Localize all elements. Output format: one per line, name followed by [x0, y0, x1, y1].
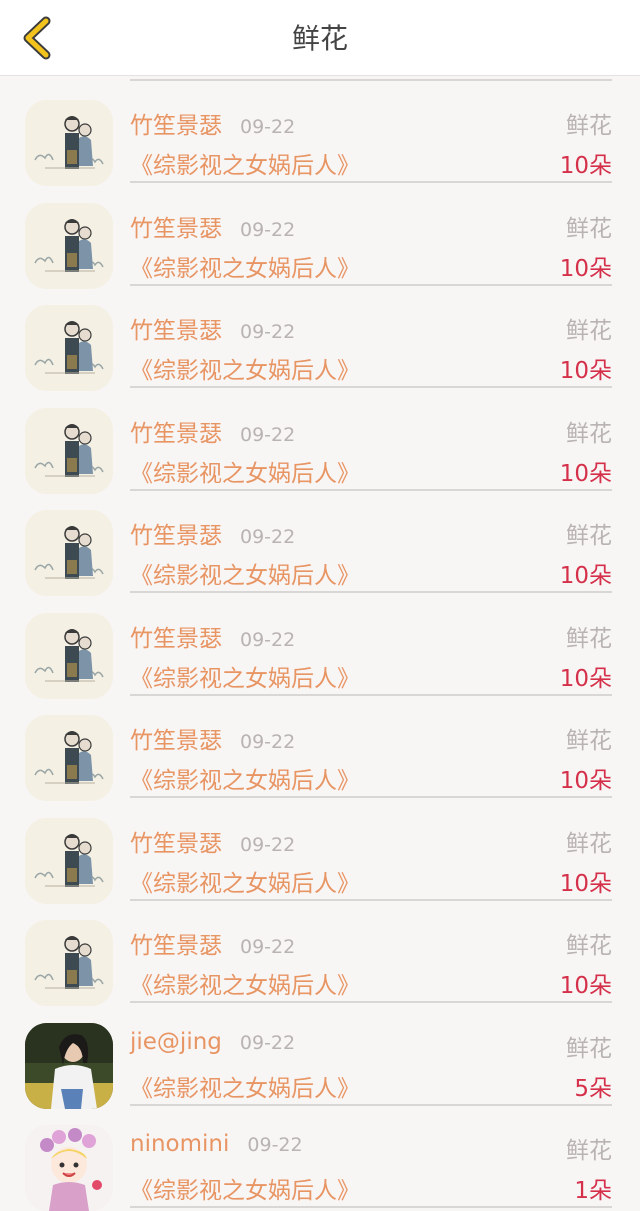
gift-type-label: 鲜花	[566, 1138, 612, 1164]
user-name[interactable]: 竹笙景瑟	[130, 523, 222, 549]
user-name[interactable]: ninomini	[130, 1131, 229, 1157]
gift-count: 10朵	[559, 870, 612, 897]
gift-count: 1朵	[574, 1178, 612, 1204]
book-title[interactable]: 《综影视之女娲后人》	[130, 454, 360, 488]
avatar[interactable]	[25, 612, 113, 699]
date-label: 09-22	[240, 833, 296, 856]
gift-count: 10朵	[559, 973, 612, 999]
page-title: 鲜花	[291, 22, 348, 55]
user-name[interactable]: 竹笙景瑟	[130, 933, 222, 959]
gift-type-label: 鲜花	[566, 830, 612, 857]
date-label: 09-22	[247, 1134, 303, 1156]
gift-count: 10朵	[559, 665, 612, 692]
date-label: 09-22	[240, 526, 296, 548]
date-label: 09-22	[240, 936, 296, 958]
date-label: 09-22	[240, 218, 296, 241]
gift-count: 10朵	[559, 768, 612, 794]
gift-type-label: 鲜花	[566, 1035, 612, 1062]
gift-count: 10朵	[559, 358, 612, 384]
gift-type-label: 鲜花	[566, 215, 612, 242]
gift-type-label: 鲜花	[566, 420, 612, 447]
gift-count: 10朵	[559, 255, 612, 282]
list-item[interactable]: 竹笙景瑟 09-22 鲜花 《综影视之女娲后人》 10朵	[0, 794, 640, 904]
date-label: 09-22	[240, 628, 296, 651]
avatar[interactable]	[25, 715, 113, 801]
book-title[interactable]: 《综影视之女娲后人》	[130, 1171, 360, 1205]
avatar[interactable]	[25, 305, 113, 391]
gift-type-label: 鲜花	[566, 113, 612, 139]
book-title[interactable]: 《综影视之女娲后人》	[130, 659, 360, 693]
book-title[interactable]: 《综影视之女娲后人》	[130, 146, 360, 180]
gift-type-label: 鲜花	[566, 318, 612, 344]
avatar[interactable]	[25, 510, 113, 596]
book-title[interactable]: 《综影视之女娲后人》	[130, 864, 360, 898]
gift-count: 10朵	[559, 460, 612, 487]
top-bar: 鲜花	[0, 0, 640, 76]
user-name[interactable]: 竹笙景瑟	[130, 831, 222, 857]
list-item[interactable]: 竹笙景瑟 09-22 鲜花 《综影视之女娲后人》 10朵	[0, 384, 640, 494]
user-name[interactable]: 竹笙景瑟	[130, 318, 222, 344]
user-name[interactable]: 竹笙景瑟	[130, 216, 222, 242]
book-title[interactable]: 《综影视之女娲后人》	[130, 1069, 360, 1103]
avatar[interactable]	[25, 100, 113, 186]
gift-count: 5朵	[574, 1075, 612, 1102]
list-item[interactable]: jie@jing 09-22 鲜花 《综影视之女娲后人》 5朵	[0, 999, 640, 1109]
date-label: 09-22	[239, 1031, 296, 1054]
date-label: 09-22	[240, 321, 296, 343]
user-name[interactable]: 竹笙景瑟	[130, 113, 222, 139]
avatar[interactable]	[25, 1022, 113, 1109]
list-item[interactable]: 竹笙景瑟 09-22 鲜花 《综影视之女娲后人》 10朵	[0, 486, 640, 596]
list-item[interactable]: 竹笙景瑟 09-22 鲜花 《综影视之女娲后人》 10朵	[0, 691, 640, 801]
book-title[interactable]: 《综影视之女娲后人》	[130, 351, 360, 385]
list-item[interactable]: 竹笙景瑟 09-22 鲜花 《综影视之女娲后人》 10朵	[0, 179, 640, 289]
list-item[interactable]: ninomini 09-22 鲜花 《综影视之女娲后人》 1朵	[0, 1101, 640, 1211]
date-label: 09-22	[240, 423, 296, 446]
avatar[interactable]	[25, 202, 113, 289]
list-item[interactable]: 竹笙景瑟 09-22 鲜花 《综影视之女娲后人》 10朵	[0, 589, 640, 699]
list-item[interactable]: 竹笙景瑟 09-22 鲜花 《综影视之女娲后人》 10朵	[0, 281, 640, 391]
divider	[130, 1206, 612, 1208]
avatar[interactable]	[25, 817, 113, 904]
avatar[interactable]	[25, 1125, 113, 1211]
date-label: 09-22	[240, 731, 296, 753]
gift-count: 10朵	[559, 153, 612, 179]
list-item[interactable]: 竹笙景瑟 09-22 鲜花 《综影视之女娲后人》 10朵	[0, 896, 640, 1006]
user-name[interactable]: 竹笙景瑟	[130, 626, 222, 652]
user-name[interactable]: 竹笙景瑟	[130, 728, 222, 754]
user-name[interactable]: jie@jing	[130, 1029, 222, 1055]
list-item[interactable]: 竹笙景瑟 09-22 鲜花 《综影视之女娲后人》 10朵	[0, 76, 640, 186]
date-label: 09-22	[240, 116, 296, 138]
book-title[interactable]: 《综影视之女娲后人》	[130, 249, 360, 283]
book-title[interactable]: 《综影视之女娲后人》	[130, 966, 360, 1000]
gift-type-label: 鲜花	[566, 728, 612, 754]
avatar[interactable]	[25, 920, 113, 1006]
user-name[interactable]: 竹笙景瑟	[130, 421, 222, 447]
gift-count: 10朵	[559, 563, 612, 589]
book-title[interactable]: 《综影视之女娲后人》	[130, 556, 360, 590]
avatar[interactable]	[25, 407, 113, 494]
gift-type-label: 鲜花	[566, 625, 612, 652]
book-title[interactable]: 《综影视之女娲后人》	[130, 761, 360, 795]
gift-type-label: 鲜花	[566, 523, 612, 549]
gift-type-label: 鲜花	[566, 933, 612, 959]
